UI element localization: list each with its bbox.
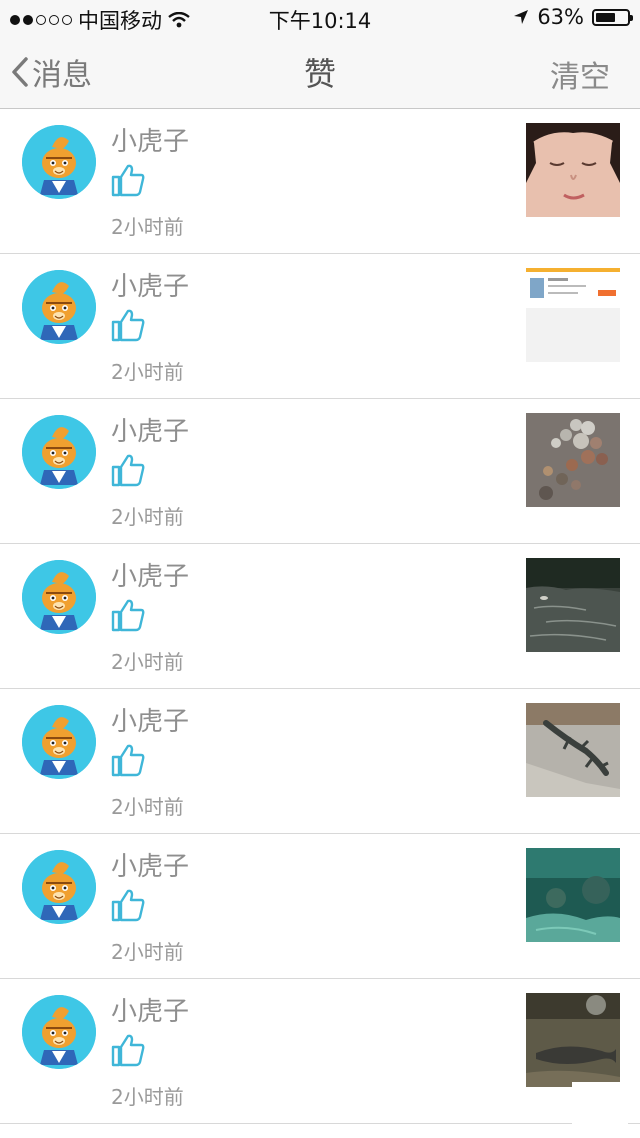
thumbs-up-icon [111,164,145,197]
coins-photo-image [526,413,620,507]
clear-button[interactable]: 清空 [550,52,610,96]
location-arrow-icon [514,10,529,24]
avatar[interactable] [22,995,96,1069]
post-thumbnail[interactable] [526,993,620,1087]
user-name: 小虎子 [111,707,190,737]
list-item[interactable]: 小虎子 2小时前 [0,399,640,544]
list-item[interactable]: 小虎子 2小时前 [0,109,640,254]
post-thumbnail[interactable] [526,268,620,362]
tiger-mascot-icon [22,560,96,634]
user-name: 小虎子 [111,272,190,302]
qr-code-watermark [572,1082,628,1138]
thumbs-up-icon [111,889,145,922]
list-item[interactable]: 小虎子 2小时前 [0,689,640,834]
user-name: 小虎子 [111,562,190,592]
tiger-mascot-icon [22,125,96,199]
avatar[interactable] [22,850,96,924]
list-item[interactable]: 小虎子 2小时前 [0,834,640,979]
battery-percent: 63% [537,5,584,29]
thumbs-up-icon [111,454,145,487]
battery-tip [630,14,633,21]
battery-icon [592,8,633,26]
list-item[interactable]: 小虎子 2小时前 [0,544,640,689]
user-name: 小虎子 [111,127,190,157]
nav-bar: 消息 赞 清空 [0,36,640,109]
battery-fill [596,12,615,22]
avatar[interactable] [22,270,96,344]
tiger-mascot-icon [22,270,96,344]
user-name: 小虎子 [111,852,190,882]
list-item[interactable]: 小虎子 2小时前 [0,254,640,399]
like-list: 小虎子 2小时前 小虎子 2小时前 小虎子 2小时前 小虎子 2小时前 小虎子 … [0,109,640,1124]
timestamp: 2小时前 [111,505,184,529]
status-right: 63% [513,5,633,29]
tiger-mascot-icon [22,415,96,489]
post-thumbnail[interactable] [526,123,620,217]
status-bar: 中国移动 下午10:14 63% [0,0,640,36]
timestamp: 2小时前 [111,795,184,819]
avatar[interactable] [22,560,96,634]
aquarium-photo-image [526,848,620,942]
screenshot-photo-image [526,268,620,362]
thumbs-up-icon [111,744,145,777]
avatar[interactable] [22,705,96,779]
avatar[interactable] [22,125,96,199]
avatar[interactable] [22,415,96,489]
post-thumbnail[interactable] [526,703,620,797]
post-thumbnail[interactable] [526,558,620,652]
lizard-photo-image [526,703,620,797]
thumbs-up-icon [111,309,145,342]
face-photo-image [526,123,620,217]
list-item[interactable]: 小虎子 2小时前 [0,979,640,1124]
timestamp: 2小时前 [111,1085,184,1109]
tiger-mascot-icon [22,850,96,924]
post-thumbnail[interactable] [526,848,620,942]
timestamp: 2小时前 [111,650,184,674]
tiger-mascot-icon [22,995,96,1069]
page-title: 赞 [303,55,336,93]
fish-photo-image [526,993,620,1087]
post-thumbnail[interactable] [526,413,620,507]
timestamp: 2小时前 [111,360,184,384]
user-name: 小虎子 [111,417,190,447]
timestamp: 2小时前 [111,215,184,239]
thumbs-up-icon [111,1034,145,1067]
user-name: 小虎子 [111,997,190,1027]
tiger-mascot-icon [22,705,96,779]
timestamp: 2小时前 [111,940,184,964]
thumbs-up-icon [111,599,145,632]
pond-photo-image [526,558,620,652]
